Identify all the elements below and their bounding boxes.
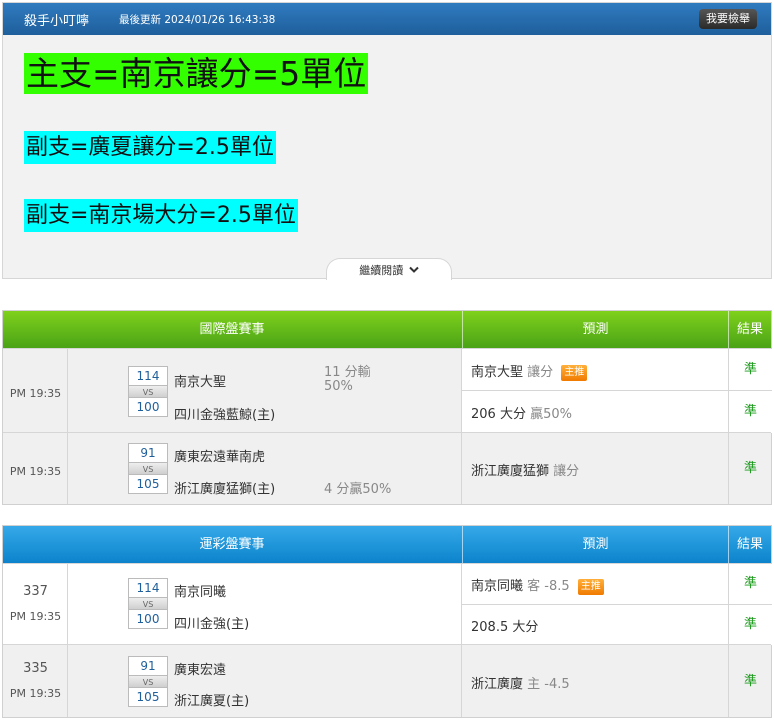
score-home: 91 bbox=[140, 659, 156, 673]
score-away: 105 bbox=[136, 690, 160, 704]
prediction-item: 206 大分 贏50% bbox=[462, 391, 729, 433]
score-box: 91 VS 105 bbox=[128, 443, 168, 494]
vs-label: VS bbox=[129, 597, 167, 610]
match-time-cell: 337 PM 19:35 bbox=[3, 564, 68, 644]
score-box: 91 VS 105 bbox=[128, 656, 168, 707]
table-row: PM 19:35 114 VS 100 南京大聖 四川金強藍鯨(主) 11 分輸… bbox=[3, 348, 772, 433]
team-home[interactable]: 四川金強(主) bbox=[174, 613, 249, 632]
team-away[interactable]: 廣東宏遠 bbox=[174, 659, 226, 678]
prediction-cell: 南京大聖 讓分 主推 206 大分 贏50% bbox=[461, 349, 729, 433]
table-row: PM 19:35 91 VS 105 廣東宏遠華南虎 浙江廣廈猛獅(主) 4 分… bbox=[3, 432, 771, 504]
top-pick-badge: 主推 bbox=[561, 365, 588, 381]
score-away: 100 bbox=[136, 612, 160, 626]
col-header-result: 結果 bbox=[728, 311, 771, 348]
author-name[interactable]: 殺手小叮嚀 bbox=[24, 10, 89, 29]
prediction-text: 南京大聖 讓分 主推 bbox=[471, 361, 588, 381]
article-panel: 殺手小叮嚀 最後更新 2024/01/26 16:43:38 我要檢舉 主支=南… bbox=[2, 2, 772, 280]
result-mark: 準 bbox=[729, 391, 772, 433]
result-mark: 準 bbox=[729, 349, 772, 390]
chevron-down-icon bbox=[409, 266, 419, 273]
score-home: 114 bbox=[136, 581, 160, 595]
team-away[interactable]: 南京同曦 bbox=[174, 581, 226, 600]
team-home[interactable]: 浙江廣夏(主) bbox=[174, 690, 249, 709]
team-away[interactable]: 廣東宏遠華南虎 bbox=[174, 446, 265, 465]
last-updated: 最後更新 2024/01/26 16:43:38 bbox=[119, 14, 276, 26]
report-button[interactable]: 我要檢舉 bbox=[699, 9, 757, 29]
vs-label: VS bbox=[129, 675, 167, 688]
result-mark: 準 bbox=[729, 605, 772, 645]
prediction-cell: 南京同曦 客 -8.5 主推 208.5 大分 bbox=[461, 564, 729, 645]
prediction-cell: 浙江廣廈猛獅 讓分 bbox=[461, 433, 728, 504]
international-games-table: 國際盤賽事 預測 結果 PM 19:35 114 VS 100 南京大聖 四川金… bbox=[2, 310, 772, 505]
match-time-cell: PM 19:35 bbox=[3, 433, 68, 504]
col-header-games: 運彩盤賽事 bbox=[199, 537, 265, 552]
match-time: PM 19:35 bbox=[9, 387, 62, 400]
result-mark: 準 bbox=[729, 564, 772, 604]
match-time: PM 19:35 bbox=[9, 465, 62, 478]
article-header-bar: 殺手小叮嚀 最後更新 2024/01/26 16:43:38 我要檢舉 bbox=[3, 3, 771, 35]
table-header: 運彩盤賽事 預測 結果 bbox=[3, 526, 771, 563]
match-note: 50% bbox=[324, 379, 353, 394]
match-note: 11 分輸 bbox=[324, 365, 371, 380]
sub-pick-1-text: 副支=廣夏讓分=2.5單位 bbox=[24, 131, 276, 164]
prediction-team: 南京大聖 bbox=[471, 365, 524, 380]
sub-pick-2-text: 副支=南京場大分=2.5單位 bbox=[24, 199, 298, 232]
score-box: 114 VS 100 bbox=[128, 578, 168, 629]
col-header-prediction: 預測 bbox=[462, 311, 728, 348]
result-cell: 準 準 bbox=[728, 349, 772, 433]
game-number: 335 bbox=[23, 661, 48, 676]
score-home: 114 bbox=[136, 369, 160, 383]
prediction-cell: 浙江廣廈 主 -4.5 bbox=[461, 645, 728, 717]
prediction-item: 南京同曦 客 -8.5 主推 bbox=[462, 564, 729, 604]
match-time-cell: 335 PM 19:35 bbox=[3, 645, 68, 717]
prediction-type: 讓分 bbox=[527, 365, 554, 380]
prediction-text: 208.5 大分 bbox=[471, 616, 538, 635]
main-pick-text: 主支=南京讓分=5單位 bbox=[24, 53, 369, 94]
prediction-type: 主 -4.5 bbox=[527, 677, 570, 692]
vs-label: VS bbox=[129, 385, 167, 398]
prediction-text: 浙江廣廈 主 -4.5 bbox=[471, 673, 570, 692]
prediction-team: 浙江廣廈 bbox=[471, 677, 524, 692]
match-time: PM 19:35 bbox=[9, 610, 62, 623]
prediction-team: 206 大分 bbox=[471, 407, 526, 422]
prediction-team: 南京同曦 bbox=[471, 579, 524, 594]
score-away: 105 bbox=[136, 477, 160, 491]
prediction-team: 浙江廣廈猛獅 bbox=[471, 464, 550, 479]
score-home: 91 bbox=[140, 446, 156, 460]
team-away[interactable]: 南京大聖 bbox=[174, 371, 226, 390]
table-header: 國際盤賽事 預測 結果 bbox=[3, 311, 771, 348]
team-home[interactable]: 四川金強藍鯨(主) bbox=[174, 404, 275, 423]
result-mark: 準 bbox=[743, 461, 757, 476]
table-row: 335 PM 19:35 91 VS 105 廣東宏遠 浙江廣夏(主) 浙江廣廈… bbox=[3, 644, 771, 717]
result-cell: 準 bbox=[728, 433, 771, 504]
table-row: 337 PM 19:35 114 VS 100 南京同曦 四川金強(主) 南京同… bbox=[3, 563, 772, 645]
prediction-type: 讓分 bbox=[553, 464, 580, 479]
top-pick-badge: 主推 bbox=[577, 579, 604, 595]
read-more-button[interactable]: 繼續閱讀 bbox=[326, 258, 452, 280]
result-cell: 準 bbox=[728, 645, 771, 717]
col-header-result: 結果 bbox=[728, 526, 771, 563]
col-header-games: 國際盤賽事 bbox=[199, 322, 265, 337]
lottery-games-table: 運彩盤賽事 預測 結果 337 PM 19:35 114 VS 100 南京同曦… bbox=[2, 525, 772, 718]
match-time: PM 19:35 bbox=[9, 687, 62, 700]
match-note: 4 分贏50% bbox=[324, 482, 392, 497]
prediction-text: 206 大分 贏50% bbox=[471, 403, 572, 422]
result-cell: 準 準 bbox=[728, 564, 772, 645]
read-more-label: 繼續閱讀 bbox=[359, 264, 404, 277]
result-mark: 準 bbox=[743, 674, 757, 689]
match-time-cell: PM 19:35 bbox=[3, 349, 68, 432]
score-box: 114 VS 100 bbox=[128, 366, 168, 417]
prediction-type: 客 -8.5 bbox=[527, 579, 570, 594]
vs-label: VS bbox=[129, 462, 167, 475]
prediction-item: 208.5 大分 bbox=[462, 605, 729, 645]
prediction-text: 浙江廣廈猛獅 讓分 bbox=[471, 460, 579, 479]
team-home[interactable]: 浙江廣廈猛獅(主) bbox=[174, 478, 275, 497]
col-header-prediction: 預測 bbox=[462, 526, 728, 563]
game-number: 337 bbox=[23, 584, 48, 599]
prediction-text: 南京同曦 客 -8.5 主推 bbox=[471, 575, 604, 595]
prediction-team: 208.5 大分 bbox=[471, 620, 539, 635]
prediction-type: 贏50% bbox=[530, 407, 572, 422]
score-away: 100 bbox=[136, 400, 160, 414]
prediction-item: 南京大聖 讓分 主推 bbox=[462, 349, 729, 390]
